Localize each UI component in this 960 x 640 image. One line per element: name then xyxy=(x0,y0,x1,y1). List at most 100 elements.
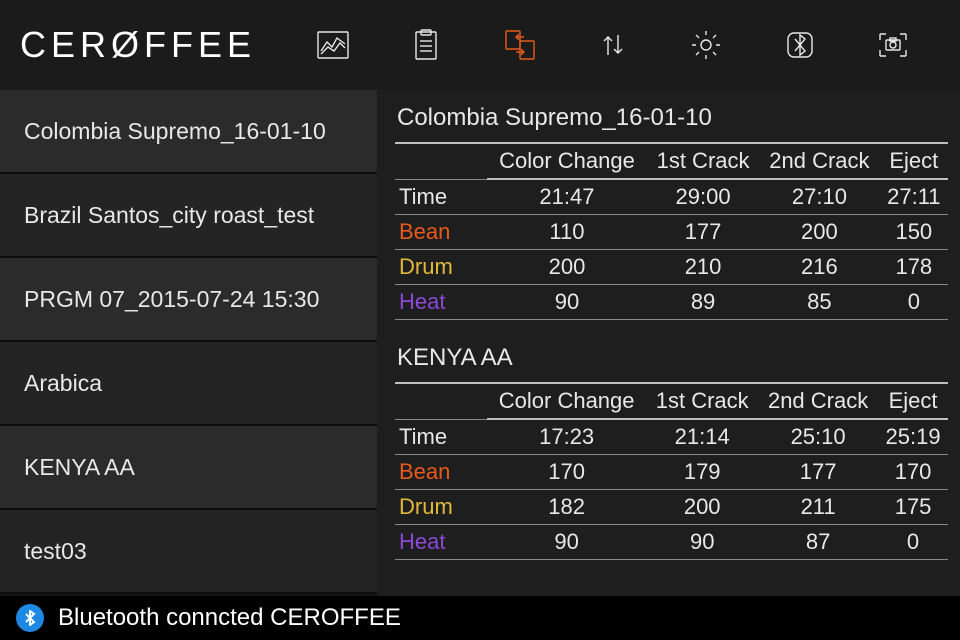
row-label-drum: Drum xyxy=(395,250,487,285)
cell: 0 xyxy=(878,525,948,560)
profile-panel-1: KENYA AA Color Change 1st Crack 2nd Crac… xyxy=(395,338,948,560)
cell: 150 xyxy=(880,215,948,250)
table-row: Heat 90 89 85 0 xyxy=(395,285,948,320)
camera-button[interactable] xyxy=(869,21,917,69)
bluetooth-status-icon xyxy=(16,604,44,632)
gear-icon xyxy=(688,27,724,63)
sync-arrows-icon xyxy=(595,27,631,63)
row-label-heat: Heat xyxy=(395,525,487,560)
row-label-bean: Bean xyxy=(395,455,487,490)
cell: 90 xyxy=(487,525,646,560)
cell: 27:10 xyxy=(759,179,879,215)
sidebar-item-label: Brazil Santos_city roast_test xyxy=(24,202,314,229)
cell: 25:19 xyxy=(878,419,948,455)
toolbar xyxy=(286,21,940,69)
sidebar-item-label: Arabica xyxy=(24,370,102,397)
body: Colombia Supremo_16-01-10 Brazil Santos_… xyxy=(0,90,960,596)
row-label-time: Time xyxy=(395,419,487,455)
table-row: Bean 170 179 177 170 xyxy=(395,455,948,490)
cell: 25:10 xyxy=(758,419,878,455)
sidebar-item-5[interactable]: test03 xyxy=(0,510,377,594)
sync-button[interactable] xyxy=(589,21,637,69)
bluetooth-button[interactable] xyxy=(776,21,824,69)
row-label-drum: Drum xyxy=(395,490,487,525)
cell: 0 xyxy=(880,285,948,320)
cell: 29:00 xyxy=(647,179,759,215)
app-logo: CERØFFEE xyxy=(20,24,256,66)
row-label-bean: Bean xyxy=(395,215,487,250)
transfer-icon xyxy=(502,27,538,63)
sidebar-item-label: KENYA AA xyxy=(24,454,135,481)
panel-title: Colombia Supremo_16-01-10 xyxy=(395,98,948,144)
sidebar-item-3[interactable]: Arabica xyxy=(0,342,377,426)
row-label-heat: Heat xyxy=(395,285,487,320)
table-row: Bean 110 177 200 150 xyxy=(395,215,948,250)
col-header: 2nd Crack xyxy=(758,384,878,419)
col-header: Eject xyxy=(878,384,948,419)
cell: 210 xyxy=(647,250,759,285)
cell: 182 xyxy=(487,490,646,525)
sidebar-item-0[interactable]: Colombia Supremo_16-01-10 xyxy=(0,90,377,174)
cell: 90 xyxy=(487,285,647,320)
settings-button[interactable] xyxy=(682,21,730,69)
clipboard-icon xyxy=(408,27,444,63)
cell: 200 xyxy=(646,490,758,525)
col-header: Color Change xyxy=(487,384,646,419)
col-header: 1st Crack xyxy=(646,384,758,419)
cell: 89 xyxy=(647,285,759,320)
cell: 87 xyxy=(758,525,878,560)
chart-icon xyxy=(315,27,351,63)
table-row: Drum 182 200 211 175 xyxy=(395,490,948,525)
cell: 21:47 xyxy=(487,179,647,215)
table-row: Time 17:23 21:14 25:10 25:19 xyxy=(395,419,948,455)
status-text: Bluetooth conncted CEROFFEE xyxy=(58,604,401,632)
cell: 177 xyxy=(758,455,878,490)
cell: 200 xyxy=(487,250,647,285)
col-header: Eject xyxy=(880,144,948,179)
cell: 170 xyxy=(878,455,948,490)
header: CERØFFEE xyxy=(0,0,960,90)
cell: 17:23 xyxy=(487,419,646,455)
profile-panel-0: Colombia Supremo_16-01-10 Color Change 1… xyxy=(395,98,948,320)
cell: 216 xyxy=(759,250,879,285)
main-panel: Colombia Supremo_16-01-10 Color Change 1… xyxy=(377,90,960,596)
transfer-button[interactable] xyxy=(496,21,544,69)
cell: 110 xyxy=(487,215,647,250)
panel-title: KENYA AA xyxy=(395,338,948,384)
sidebar-item-1[interactable]: Brazil Santos_city roast_test xyxy=(0,174,377,258)
table-row: Heat 90 90 87 0 xyxy=(395,525,948,560)
table-header-row: Color Change 1st Crack 2nd Crack Eject xyxy=(395,144,948,179)
profile-table-1: Color Change 1st Crack 2nd Crack Eject T… xyxy=(395,384,948,560)
bluetooth-icon xyxy=(782,27,818,63)
sidebar-item-label: test03 xyxy=(24,538,87,565)
cell: 90 xyxy=(646,525,758,560)
cell: 21:14 xyxy=(646,419,758,455)
cell: 27:11 xyxy=(880,179,948,215)
cell: 211 xyxy=(758,490,878,525)
sidebar-item-label: PRGM 07_2015-07-24 15:30 xyxy=(24,286,319,313)
table-row: Drum 200 210 216 178 xyxy=(395,250,948,285)
status-bar: Bluetooth conncted CEROFFEE xyxy=(0,596,960,640)
app-root: CERØFFEE xyxy=(0,0,960,640)
cell: 177 xyxy=(647,215,759,250)
cell: 85 xyxy=(759,285,879,320)
cell: 200 xyxy=(759,215,879,250)
sidebar-item-4[interactable]: KENYA AA xyxy=(0,426,377,510)
col-header: 1st Crack xyxy=(647,144,759,179)
sidebar-item-2[interactable]: PRGM 07_2015-07-24 15:30 xyxy=(0,258,377,342)
cell: 179 xyxy=(646,455,758,490)
table-header-row: Color Change 1st Crack 2nd Crack Eject xyxy=(395,384,948,419)
col-header: 2nd Crack xyxy=(759,144,879,179)
sidebar-item-label: Colombia Supremo_16-01-10 xyxy=(24,118,326,145)
col-header: Color Change xyxy=(487,144,647,179)
cell: 170 xyxy=(487,455,646,490)
row-label-time: Time xyxy=(395,179,487,215)
camera-icon xyxy=(875,27,911,63)
chart-button[interactable] xyxy=(309,21,357,69)
sidebar: Colombia Supremo_16-01-10 Brazil Santos_… xyxy=(0,90,377,596)
table-row: Time 21:47 29:00 27:10 27:11 xyxy=(395,179,948,215)
profile-table-0: Color Change 1st Crack 2nd Crack Eject T… xyxy=(395,144,948,320)
clipboard-button[interactable] xyxy=(402,21,450,69)
cell: 175 xyxy=(878,490,948,525)
cell: 178 xyxy=(880,250,948,285)
